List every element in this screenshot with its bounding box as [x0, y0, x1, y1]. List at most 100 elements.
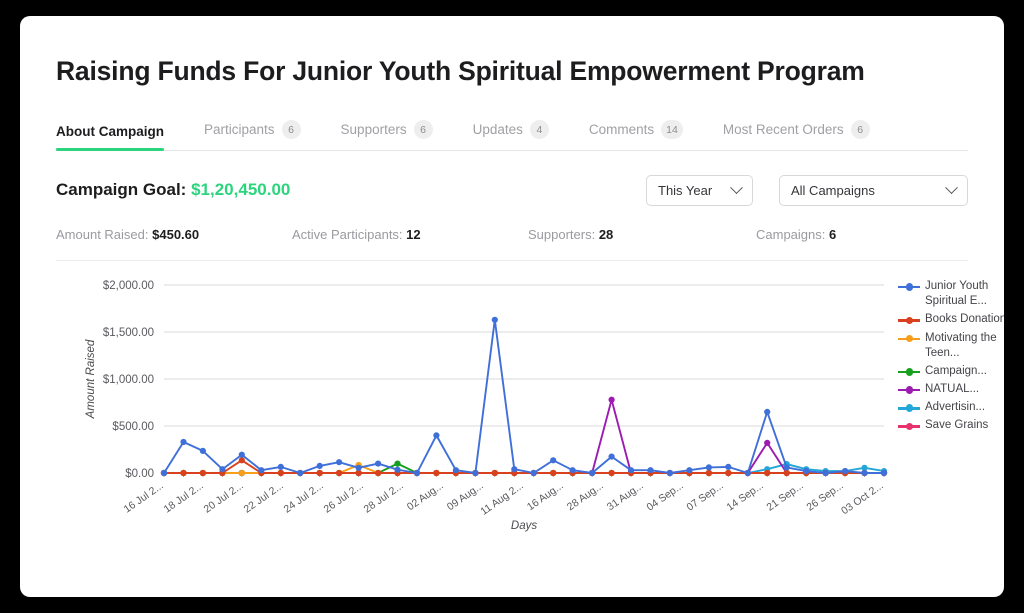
data-point[interactable]	[725, 470, 731, 476]
data-point[interactable]	[550, 470, 556, 476]
data-point[interactable]	[531, 470, 537, 476]
legend-item[interactable]: Advertisin...	[898, 400, 1004, 415]
data-point[interactable]	[278, 464, 284, 470]
legend-label: Advertisin...	[925, 400, 985, 415]
data-point[interactable]	[161, 470, 167, 476]
data-point[interactable]	[239, 452, 245, 458]
data-point[interactable]	[394, 467, 400, 473]
data-point[interactable]	[609, 470, 615, 476]
data-point[interactable]	[784, 464, 790, 470]
chevron-down-icon	[730, 181, 743, 194]
stat-label: Active Participants:	[292, 227, 403, 242]
x-tick-label: 04 Sep...	[644, 480, 685, 514]
stat-campaigns: Campaigns: 6	[756, 227, 836, 242]
data-point[interactable]	[200, 470, 206, 476]
data-point[interactable]	[375, 470, 381, 476]
data-point[interactable]	[414, 470, 420, 476]
data-point[interactable]	[589, 470, 595, 476]
data-point[interactable]	[433, 432, 439, 438]
stat-value: 12	[406, 227, 420, 242]
legend-swatch-icon	[898, 366, 920, 378]
stat-supporters: Supporters: 28	[528, 227, 756, 242]
data-point[interactable]	[492, 470, 498, 476]
stat-label: Campaigns:	[756, 227, 825, 242]
y-axis-title: Amount Raised	[85, 339, 97, 419]
series-0	[161, 317, 887, 476]
tab-most-recent-orders[interactable]: Most Recent Orders6	[723, 120, 870, 150]
tab-about-campaign[interactable]: About Campaign	[56, 124, 164, 150]
x-tick-label: 24 Jul 2...	[282, 480, 326, 516]
legend-label: Junior Youth Spiritual E...	[925, 279, 1004, 309]
campaign-select[interactable]: All Campaigns	[779, 175, 968, 206]
tab-participants[interactable]: Participants6	[204, 120, 301, 150]
data-point[interactable]	[219, 466, 225, 472]
stat-label: Supporters:	[528, 227, 595, 242]
data-point[interactable]	[317, 463, 323, 469]
legend-item[interactable]: NATUAL...	[898, 382, 1004, 397]
data-point[interactable]	[764, 409, 770, 415]
data-point[interactable]	[200, 448, 206, 454]
data-point[interactable]	[394, 461, 400, 467]
data-point[interactable]	[317, 470, 323, 476]
legend-swatch-icon	[898, 314, 920, 326]
data-point[interactable]	[842, 468, 848, 474]
stat-value: $450.60	[152, 227, 199, 242]
data-point[interactable]	[706, 464, 712, 470]
data-point[interactable]	[297, 470, 303, 476]
period-select[interactable]: This Year	[646, 175, 753, 206]
data-point[interactable]	[686, 467, 692, 473]
data-point[interactable]	[667, 470, 673, 476]
data-point[interactable]	[784, 470, 790, 476]
data-point[interactable]	[336, 459, 342, 465]
data-point[interactable]	[180, 439, 186, 445]
data-point[interactable]	[239, 457, 245, 463]
chevron-down-icon	[945, 181, 958, 194]
data-point[interactable]	[453, 467, 459, 473]
data-point[interactable]	[472, 470, 478, 476]
stats-row: Amount Raised: $450.60Active Participant…	[56, 227, 968, 261]
data-point[interactable]	[433, 470, 439, 476]
data-point[interactable]	[803, 468, 809, 474]
tab-supporters[interactable]: Supporters6	[341, 120, 433, 150]
data-point[interactable]	[647, 467, 653, 473]
dashboard-card: Raising Funds For Junior Youth Spiritual…	[20, 16, 1004, 597]
data-point[interactable]	[278, 470, 284, 476]
x-tick-label: 18 Jul 2...	[162, 480, 206, 516]
data-point[interactable]	[550, 457, 556, 463]
data-point[interactable]	[823, 470, 829, 476]
data-point[interactable]	[336, 470, 342, 476]
tab-updates[interactable]: Updates4	[473, 120, 549, 150]
legend-item[interactable]: Motivating the Teen...	[898, 331, 1004, 361]
x-axis-title: Days	[511, 520, 537, 532]
data-point[interactable]	[745, 470, 751, 476]
data-point[interactable]	[764, 440, 770, 446]
tab-label: Supporters	[341, 122, 407, 137]
data-point[interactable]	[881, 470, 887, 476]
data-point[interactable]	[725, 464, 731, 470]
legend-item[interactable]: Books Donation	[898, 312, 1004, 327]
legend-label: Motivating the Teen...	[925, 331, 1004, 361]
legend-label: NATUAL...	[925, 382, 979, 397]
legend-item[interactable]: Save Grains	[898, 418, 1004, 433]
data-point[interactable]	[628, 467, 634, 473]
data-point[interactable]	[861, 470, 867, 476]
tab-comments[interactable]: Comments14	[589, 120, 683, 150]
data-point[interactable]	[375, 461, 381, 467]
data-point[interactable]	[764, 470, 770, 476]
y-tick-label: $0.00	[125, 468, 154, 480]
data-point[interactable]	[511, 466, 517, 472]
data-point[interactable]	[609, 397, 615, 403]
legend-item[interactable]: Junior Youth Spiritual E...	[898, 279, 1004, 309]
data-point[interactable]	[356, 465, 362, 471]
data-point[interactable]	[570, 467, 576, 473]
campaign-select-value: All Campaigns	[791, 183, 875, 198]
data-point[interactable]	[180, 470, 186, 476]
campaign-goal: Campaign Goal: $1,20,450.00	[56, 180, 290, 200]
data-point[interactable]	[258, 467, 264, 473]
data-point[interactable]	[239, 470, 245, 476]
legend-item[interactable]: Campaign...	[898, 364, 1004, 379]
data-point[interactable]	[609, 454, 615, 460]
x-tick-label: 21 Sep...	[764, 480, 805, 514]
data-point[interactable]	[492, 317, 498, 323]
data-point[interactable]	[706, 470, 712, 476]
